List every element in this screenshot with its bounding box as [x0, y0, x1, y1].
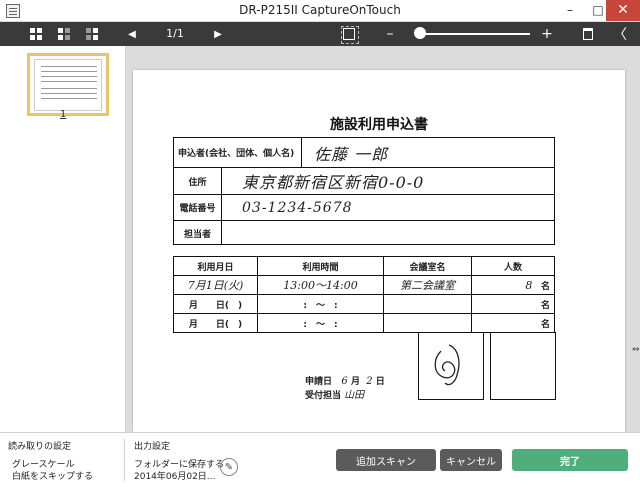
- header-date: 利用月日: [173, 256, 258, 276]
- next-page-icon[interactable]: ▶: [206, 22, 230, 46]
- zoom-slider-handle[interactable]: [414, 27, 426, 39]
- resize-handle-icon[interactable]: ⇔: [632, 345, 640, 355]
- scan-settings-title[interactable]: 読み取りの設定: [8, 439, 71, 452]
- table-header-row: 利用月日 利用時間 会議室名 人数: [173, 256, 555, 276]
- row-people: 名: [471, 313, 555, 333]
- fit-page-icon[interactable]: [337, 22, 361, 46]
- header-room: 会議室名: [383, 256, 472, 276]
- applicant-row: 申込者(会社、団体、個人名) 佐藤 一郎: [174, 138, 554, 168]
- zoom-slider-track[interactable]: [420, 33, 530, 35]
- phone-row: 電話番号 03-1234-5678: [174, 195, 554, 221]
- previous-label: ◀: [128, 28, 136, 40]
- row-time: : 〜 :: [257, 313, 384, 333]
- collapse-panel-icon[interactable]: 〈: [608, 22, 632, 46]
- row-time: : 〜 :: [257, 294, 384, 314]
- applied-day-unit: 日: [375, 377, 385, 387]
- people-unit: 名: [540, 300, 550, 311]
- zoom-in-label: +: [541, 26, 553, 42]
- minimize-button[interactable]: –: [556, 0, 584, 21]
- previous-page-icon[interactable]: ◀: [120, 22, 144, 46]
- thumbnail-preview: [34, 59, 102, 111]
- next-label: ▶: [214, 28, 222, 40]
- zoom-in-button[interactable]: +: [535, 22, 559, 46]
- address-value: 東京都新宿区新宿0-0-0: [242, 173, 425, 192]
- row-date: 月 日( ): [173, 294, 258, 314]
- handwritten-signature-icon: [434, 344, 460, 386]
- toolbar: ◀ 1/1 ▶ – + 〈: [0, 22, 640, 46]
- output-setting-filename: 2014年06月02日...: [134, 472, 216, 482]
- thumbnail-panel: 1: [0, 46, 126, 432]
- row-time: 13:00〜14:00: [257, 275, 384, 295]
- collapse-label: 〈: [613, 27, 627, 43]
- table-row: 月 日( ) : 〜 : 名: [173, 294, 555, 314]
- signature-stamp-box: [418, 332, 484, 400]
- scanned-page: 施設利用申込書 申込者(会社、団体、個人名) 佐藤 一郎 住所 東京都新宿区新宿…: [133, 70, 625, 432]
- row-people: 名: [471, 294, 555, 314]
- applicant-info-box: 申込者(会社、団体、個人名) 佐藤 一郎 住所 東京都新宿区新宿0-0-0 電話…: [173, 137, 555, 245]
- edit-output-button[interactable]: ✎: [220, 458, 238, 476]
- table-row: 7月1日(火) 13:00〜14:00 第二会議室 8 名: [173, 275, 555, 295]
- close-button[interactable]: ✕: [606, 0, 640, 21]
- grid-view-icon[interactable]: [24, 22, 48, 46]
- people-unit: 名: [540, 319, 550, 330]
- header-people: 人数: [471, 256, 555, 276]
- phone-label: 電話番号: [174, 195, 222, 220]
- people-unit: 名: [540, 281, 550, 292]
- applicant-label: 申込者(会社、団体、個人名): [174, 138, 302, 167]
- detail-view-icon[interactable]: [80, 22, 104, 46]
- cancel-button[interactable]: キャンセル: [440, 449, 502, 471]
- row-room: [383, 313, 472, 333]
- empty-stamp-box: [490, 332, 556, 400]
- header-time: 利用時間: [257, 256, 384, 276]
- document-title: 施設利用申込書: [330, 117, 428, 133]
- row-room: [383, 294, 472, 314]
- table-row: 月 日( ) : 〜 : 名: [173, 313, 555, 333]
- row-date: 月 日( ): [173, 313, 258, 333]
- zoom-out-label: –: [386, 26, 394, 42]
- phone-value: 03-1234-5678: [242, 199, 353, 216]
- title-bar: DR-P215II CaptureOnTouch – □ ✕: [0, 0, 640, 22]
- contact-row: 担当者: [174, 221, 554, 245]
- applied-day: 2: [366, 376, 373, 387]
- divider: [124, 439, 125, 481]
- bottom-bar: 読み取りの設定 グレースケール 白紙をスキップする 出力設定 フォルダーに保存す…: [0, 432, 640, 487]
- page-thumbnail[interactable]: [27, 53, 109, 116]
- output-settings-title[interactable]: 出力設定: [134, 439, 170, 452]
- contact-label: 担当者: [174, 221, 222, 245]
- row-people: 8 名: [471, 275, 555, 295]
- thumbnail-page-number: 1: [60, 109, 67, 120]
- page-indicator: 1/1: [166, 27, 184, 40]
- address-row: 住所 東京都新宿区新宿0-0-0: [174, 168, 554, 195]
- receiver-value: 山田: [344, 390, 365, 401]
- receiver: 受付担当 山田: [305, 386, 364, 401]
- row-room: 第二会議室: [383, 275, 472, 295]
- preview-area: 施設利用申込書 申込者(会社、団体、個人名) 佐藤 一郎 住所 東京都新宿区新宿…: [126, 46, 640, 432]
- row-date: 7月1日(火): [173, 275, 258, 295]
- done-button[interactable]: 完了: [512, 449, 628, 471]
- additional-scan-button[interactable]: 追加スキャン: [336, 449, 436, 471]
- split-view-icon[interactable]: [52, 22, 76, 46]
- address-label: 住所: [174, 168, 222, 194]
- pencil-icon: ✎: [224, 461, 234, 473]
- booking-table: 利用月日 利用時間 会議室名 人数 7月1日(火) 13:00〜14:00 第二…: [173, 256, 555, 333]
- applicant-value: 佐藤 一郎: [314, 144, 389, 164]
- delete-icon[interactable]: [576, 22, 600, 46]
- receiver-label: 受付担当: [305, 391, 342, 401]
- scan-setting-blank: 白紙をスキップする: [12, 472, 94, 482]
- zoom-out-button[interactable]: –: [378, 22, 402, 46]
- window-title: DR-P215II CaptureOnTouch: [239, 3, 401, 17]
- people-count: 8: [525, 278, 533, 292]
